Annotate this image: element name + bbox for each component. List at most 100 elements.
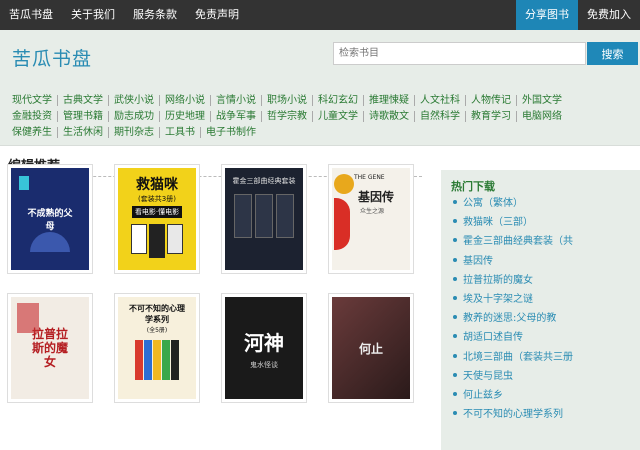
book-cover[interactable]: 不成熟的父母 — [11, 168, 89, 270]
bullet-icon — [453, 257, 457, 262]
category-link[interactable]: 生活休闲 — [58, 126, 109, 138]
book-card[interactable]: 救猫咪 (套装共3册) 看电影·懂电影 — [114, 164, 200, 274]
book-title: 救猫咪 — [136, 177, 178, 193]
category-link[interactable]: 古典文学 — [58, 94, 109, 106]
list-item-label[interactable]: 埃及十字架之谜 — [463, 294, 533, 305]
category-link[interactable]: 诗歌散文 — [364, 110, 415, 122]
list-item[interactable]: 天使与昆虫 — [451, 367, 636, 386]
publisher-mark — [19, 176, 29, 190]
book-title: 何止 — [358, 341, 383, 356]
list-item-label[interactable]: 拉普拉斯的魔女 — [463, 275, 533, 286]
sidebar-title: 热门下载 — [451, 180, 495, 193]
category-link[interactable]: 推理悚疑 — [364, 94, 415, 106]
search-button[interactable]: 搜索 — [587, 42, 638, 65]
search-input[interactable] — [333, 42, 586, 65]
category-link[interactable]: 科幻玄幻 — [313, 94, 364, 106]
book-cover[interactable]: 河神 鬼水怪谈 — [225, 297, 303, 399]
book-card[interactable]: 不可不知的心理学系列 (全5册) — [114, 293, 200, 403]
book-card[interactable]: 不成熟的父母 — [7, 164, 93, 274]
category-link[interactable]: 职场小说 — [262, 94, 313, 106]
list-item[interactable]: 救猫咪（三部） — [451, 213, 636, 232]
book-cover[interactable]: THE GENE 基因传 众生之源 — [332, 168, 410, 270]
book-english-title: THE GENE — [354, 174, 385, 181]
bullet-icon — [453, 295, 457, 300]
list-item[interactable]: 霍金三部曲经典套装（共 — [451, 232, 636, 251]
cover-art — [17, 303, 39, 333]
site-header: 苦瓜书盘 搜索 — [0, 30, 640, 88]
share-books-button[interactable]: 分享图书 — [516, 0, 578, 30]
list-item[interactable]: 拉普拉斯的魔女 — [451, 271, 636, 290]
bullet-icon — [453, 391, 457, 396]
list-item-label[interactable]: 何止兹乡 — [463, 390, 503, 401]
list-item[interactable]: 何止兹乡 — [451, 386, 636, 405]
list-item-label[interactable]: 不可不知的心理学系列 — [463, 409, 563, 420]
hot-downloads-sidebar: 热门下载 公寓（繁体） 救猫咪（三部） 霍金三部曲经典套装（共 基因传 拉普拉斯… — [441, 170, 640, 450]
category-link[interactable]: 人文社科 — [415, 94, 466, 106]
category-link[interactable]: 教育学习 — [466, 110, 517, 122]
category-link[interactable]: 电子书制作 — [201, 127, 261, 138]
book-cover[interactable]: 何止 — [332, 297, 410, 399]
list-item[interactable]: 基因传 — [451, 252, 636, 271]
list-item-label[interactable]: 基因传 — [463, 256, 493, 267]
list-item-label[interactable]: 救猫咪（三部） — [463, 217, 533, 228]
book-card[interactable]: THE GENE 基因传 众生之源 — [328, 164, 414, 274]
list-item[interactable]: 不可不知的心理学系列 — [451, 405, 636, 424]
book-card[interactable]: 霍金三部曲经典套装 — [221, 164, 307, 274]
list-item-label[interactable]: 公寓（繁体） — [463, 198, 523, 209]
category-link[interactable]: 战争军事 — [211, 110, 262, 122]
list-item-label[interactable]: 教养的迷思:父母的教 — [463, 313, 556, 324]
cover-art — [234, 194, 294, 238]
category-link[interactable]: 金融投资 — [7, 110, 58, 122]
nav-about[interactable]: 关于我们 — [62, 0, 124, 30]
cover-art — [334, 198, 350, 250]
list-item-label[interactable]: 胡适口述自传 — [463, 332, 523, 343]
join-free-button[interactable]: 免费加入 — [578, 0, 640, 30]
category-link[interactable]: 保健养生 — [7, 126, 58, 138]
category-link[interactable]: 儿童文学 — [313, 110, 364, 122]
category-link[interactable]: 现代文学 — [7, 94, 58, 106]
cover-art — [135, 340, 179, 380]
category-link[interactable]: 历史地理 — [160, 110, 211, 122]
category-link[interactable]: 人物传记 — [466, 94, 517, 106]
list-item-label[interactable]: 霍金三部曲经典套装（共 — [463, 236, 573, 247]
book-title: 霍金三部曲经典套装 — [232, 177, 296, 185]
book-title: 基因传 — [358, 190, 395, 204]
site-logo[interactable]: 苦瓜书盘 — [12, 44, 92, 71]
book-card[interactable]: 河神 鬼水怪谈 — [221, 293, 307, 403]
category-link[interactable]: 自然科学 — [415, 110, 466, 122]
category-nav: 现代文学 古典文学 武侠小说 网络小说 言情小说 职场小说 科幻玄幻 推理悚疑 … — [0, 88, 640, 146]
book-title: 不可不知的心理学系列 — [129, 304, 185, 324]
bullet-icon — [453, 276, 457, 281]
category-link[interactable]: 武侠小说 — [109, 94, 160, 106]
list-item[interactable]: 公寓（繁体） — [451, 194, 636, 213]
nav-terms[interactable]: 服务条款 — [124, 0, 186, 30]
cover-art — [334, 174, 354, 194]
top-nav-actions: 分享图书 免费加入 — [516, 0, 640, 30]
list-item[interactable]: 北境三部曲（套装共三册 — [451, 348, 636, 367]
category-link[interactable]: 言情小说 — [211, 94, 262, 106]
nav-disclaimer[interactable]: 免责声明 — [186, 0, 248, 30]
category-link[interactable]: 期刊杂志 — [109, 126, 160, 138]
book-title: 不成熟的父母 — [27, 209, 73, 232]
category-link[interactable]: 励志成功 — [109, 110, 160, 122]
book-card[interactable]: 拉普拉斯的魔女 — [7, 293, 93, 403]
list-item-label[interactable]: 北境三部曲（套装共三册 — [463, 352, 573, 363]
category-link[interactable]: 哲学宗教 — [262, 110, 313, 122]
book-cover[interactable]: 不可不知的心理学系列 (全5册) — [118, 297, 196, 399]
book-card[interactable]: 何止 — [328, 293, 414, 403]
list-item[interactable]: 胡适口述自传 — [451, 328, 636, 347]
book-cover[interactable]: 拉普拉斯的魔女 — [11, 297, 89, 399]
book-subtitle: (套装共3册) — [138, 195, 176, 203]
category-link[interactable]: 网络小说 — [160, 94, 211, 106]
category-link[interactable]: 电脑网络 — [517, 111, 567, 122]
book-cover[interactable]: 救猫咪 (套装共3册) 看电影·懂电影 — [118, 168, 196, 270]
list-item[interactable]: 埃及十字架之谜 — [451, 290, 636, 309]
list-item[interactable]: 教养的迷思:父母的教 — [451, 309, 636, 328]
category-link[interactable]: 工具书 — [160, 126, 201, 138]
category-link[interactable]: 管理书籍 — [58, 110, 109, 122]
book-cover[interactable]: 霍金三部曲经典套装 — [225, 168, 303, 270]
category-link[interactable]: 外国文学 — [517, 95, 567, 106]
nav-home[interactable]: 苦瓜书盘 — [0, 0, 62, 30]
bullet-icon — [453, 219, 457, 224]
list-item-label[interactable]: 天使与昆虫 — [463, 371, 513, 382]
